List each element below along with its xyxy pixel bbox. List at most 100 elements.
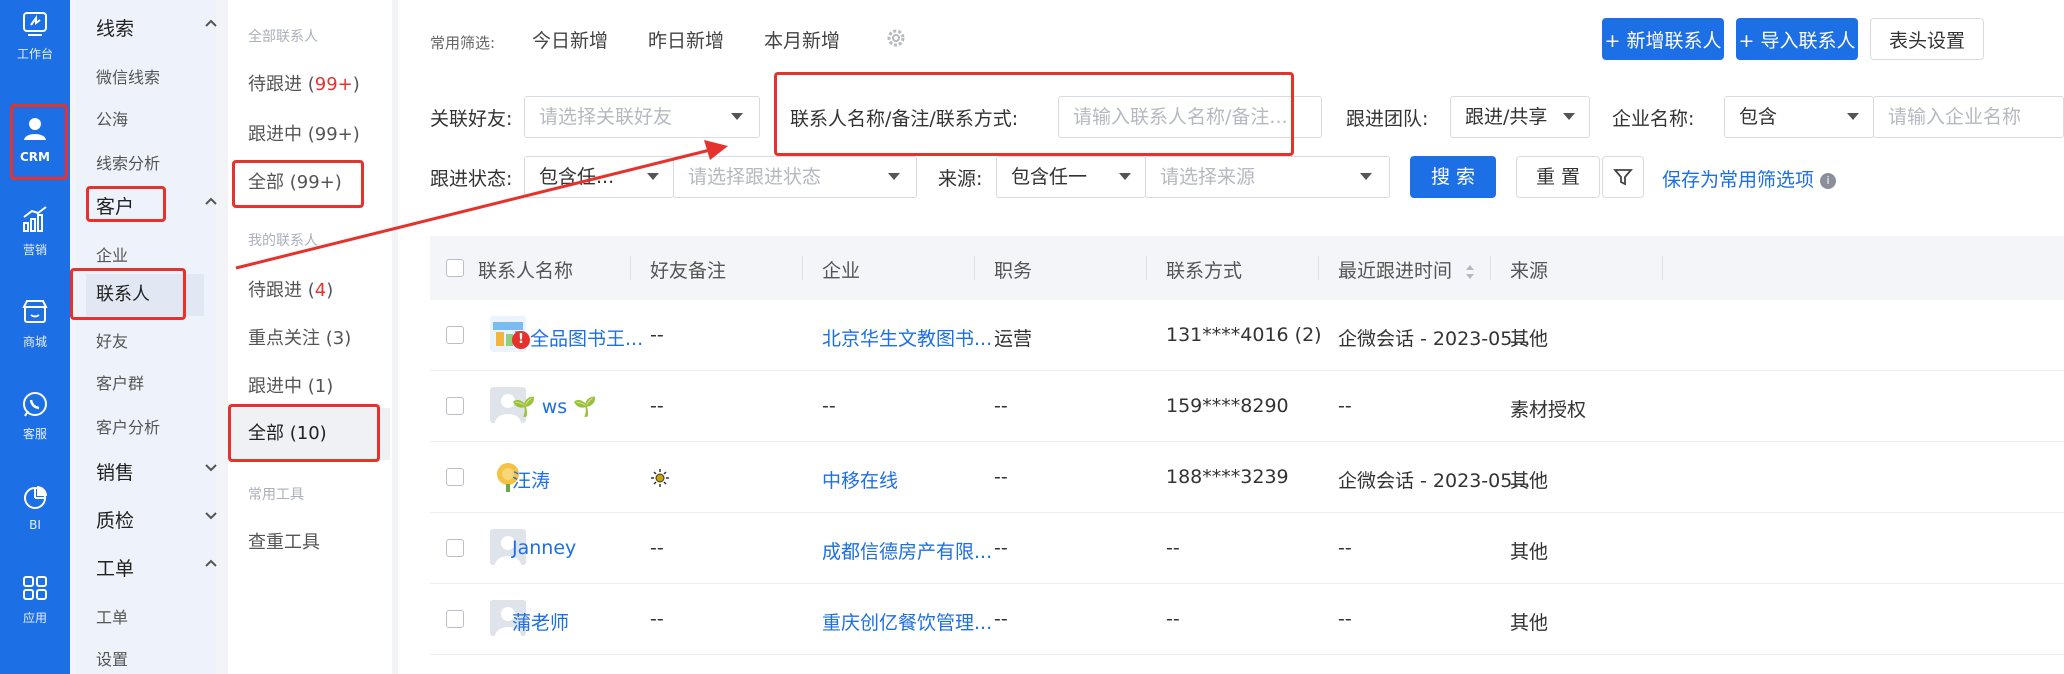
status-op-value: 包含任...: [539, 166, 615, 188]
quick-filter-today[interactable]: 今日新增: [532, 26, 608, 53]
menu-item-customer-analysis[interactable]: 客户分析: [96, 414, 160, 438]
store-icon: [22, 299, 48, 323]
column-header-contact[interactable]: 联系方式: [1166, 256, 1242, 283]
friend-remark: --: [650, 537, 664, 559]
column-header-company[interactable]: 企业: [822, 256, 860, 283]
table-row[interactable]: Janney -- 成都信德房产有限... -- -- -- 其他: [430, 513, 2064, 584]
row-checkbox[interactable]: [446, 610, 464, 628]
menu-item-pool[interactable]: 公海: [96, 106, 128, 130]
chart-icon: [23, 205, 47, 232]
tool-item-dedup[interactable]: 查重工具: [248, 528, 320, 554]
menu-item-settings[interactable]: 设置: [96, 646, 128, 670]
column-header-source[interactable]: 来源: [1510, 256, 1548, 283]
company-input[interactable]: 请输入企业名称: [1873, 96, 2064, 138]
company-link[interactable]: 重庆创亿餐饮管理...: [822, 608, 992, 635]
source: 其他: [1510, 470, 1549, 492]
column-header-remark[interactable]: 好友备注: [650, 256, 726, 283]
column-header-name[interactable]: 联系人名称: [478, 256, 573, 283]
menu-group-leads[interactable]: 线索: [96, 14, 217, 41]
last-follow-time: --: [1338, 537, 1352, 559]
rail-item-apps[interactable]: 应用: [0, 564, 70, 634]
contact-name: ws: [541, 396, 568, 418]
column-header-last-follow[interactable]: 最近跟进时间: [1338, 256, 1476, 283]
table-row[interactable]: 🌱 ws 🌱 -- -- -- 159****8290 -- 素材授权: [430, 371, 2064, 442]
source-op-select[interactable]: 包含任一: [996, 156, 1146, 198]
team-select[interactable]: 跟进/共享: [1450, 96, 1590, 138]
group-item-all-following[interactable]: 跟进中 (99+): [248, 120, 360, 146]
table-row[interactable]: 蒲老师 -- 重庆创亿餐饮管理... -- -- -- 其他: [430, 584, 2064, 655]
row-checkbox[interactable]: [446, 468, 464, 486]
row-checkbox[interactable]: [446, 397, 464, 415]
company-op-select[interactable]: 包含: [1724, 96, 1874, 138]
menu-item-customer-groups[interactable]: 客户群: [96, 370, 144, 394]
contact-info: 131****4016 (2): [1166, 324, 1322, 346]
contact-name-link[interactable]: ! 全品图书王...: [512, 324, 643, 351]
filter-settings-button[interactable]: [1602, 156, 1644, 198]
column-divider: [1490, 256, 1491, 280]
group-item-count: 4: [314, 280, 327, 301]
import-contact-button[interactable]: + 导入联系人: [1736, 18, 1858, 60]
group-item-suffix: ): [352, 74, 360, 95]
new-contact-button[interactable]: + 新增联系人: [1602, 18, 1724, 60]
group-item-mine-focus[interactable]: 重点关注 (3): [248, 324, 351, 350]
app-root: 工作台 CRM 营销 商城 客服 BI 应用 线索 微信线索 公海 线索分析 客…: [0, 0, 2064, 674]
caret-down-icon: [647, 173, 659, 180]
reset-button[interactable]: 重 置: [1516, 156, 1600, 198]
group-item-mine-following[interactable]: 跟进中 (1): [248, 372, 333, 398]
contact-name-link[interactable]: 汪涛: [512, 466, 550, 493]
quick-filter-yesterday[interactable]: 昨日新增: [648, 26, 724, 53]
sort-icon[interactable]: [1464, 263, 1476, 281]
source-select[interactable]: 请选择来源: [1145, 156, 1390, 198]
rail-item-bi[interactable]: BI: [0, 472, 70, 542]
source-select-placeholder: 请选择来源: [1160, 166, 1256, 188]
sun-icon: [651, 468, 669, 487]
search-button[interactable]: 搜 索: [1410, 156, 1496, 198]
select-all-checkbox[interactable]: [446, 259, 464, 277]
menu-item-workorder[interactable]: 工单: [96, 604, 128, 628]
apps-icon: [23, 575, 47, 600]
menu-item-friends[interactable]: 好友: [96, 328, 128, 352]
menu-item-enterprise[interactable]: 企业: [96, 242, 128, 266]
group-section-title: 常用工具: [248, 487, 304, 503]
company-link[interactable]: 北京华生文教图书...: [822, 324, 992, 351]
row-checkbox[interactable]: [446, 539, 464, 557]
column-header-title[interactable]: 职务: [994, 256, 1032, 283]
group-item-mine-pending[interactable]: 待跟进 (4): [248, 276, 333, 302]
last-follow-time: --: [1338, 608, 1352, 630]
contact-name-link[interactable]: Janney: [512, 537, 576, 559]
rail-item-workbench[interactable]: 工作台: [0, 0, 70, 70]
contact-name-link[interactable]: 蒲老师: [512, 608, 569, 635]
alert-icon: !: [512, 330, 530, 349]
quick-filter-month[interactable]: 本月新增: [764, 26, 840, 53]
company-link[interactable]: 中移在线: [822, 466, 898, 493]
menu-group-workorder[interactable]: 工单: [96, 554, 217, 581]
gear-icon[interactable]: [886, 28, 906, 48]
menu-group-sales[interactable]: 销售: [96, 458, 217, 485]
status-select[interactable]: 请选择跟进状态: [673, 156, 917, 198]
rail-item-marketing[interactable]: 营销: [0, 196, 70, 266]
chevron-up-icon: [205, 559, 217, 567]
app-rail: 工作台 CRM 营销 商城 客服 BI 应用: [0, 0, 70, 674]
status-filter-label: 跟进状态:: [430, 168, 513, 190]
group-item-all-pending[interactable]: 待跟进 (99+): [248, 70, 360, 96]
row-checkbox[interactable]: [446, 326, 464, 344]
column-divider: [1662, 256, 1663, 280]
menu-group-qa[interactable]: 质检: [96, 506, 217, 533]
group-section-title: 我的联系人: [248, 233, 318, 249]
caret-down-icon: [731, 113, 743, 120]
table-row[interactable]: 汪涛 中移在线 -- 188****3239 企微会话 - 2023-05...…: [430, 442, 2064, 513]
save-filter-link[interactable]: 保存为常用筛选项 i: [1662, 165, 1837, 192]
header-settings-button[interactable]: 表头设置: [1870, 18, 1984, 60]
chevron-down-icon: [205, 512, 217, 520]
contact-name-link[interactable]: 🌱 ws 🌱: [512, 395, 597, 418]
rail-item-service[interactable]: 客服: [0, 380, 70, 450]
rail-item-mall[interactable]: 商城: [0, 288, 70, 358]
status-op-select[interactable]: 包含任...: [524, 156, 674, 198]
info-icon: i: [1820, 172, 1837, 189]
table-row[interactable]: ! 全品图书王... -- 北京华生文教图书... 运营 131****4016 …: [430, 300, 2064, 371]
company-link[interactable]: 成都信德房产有限...: [822, 537, 992, 564]
dashboard-icon: [23, 11, 47, 36]
menu-item-lead-analysis[interactable]: 线索分析: [96, 150, 160, 174]
menu-item-wechat-leads[interactable]: 微信线索: [96, 64, 160, 88]
friend-select[interactable]: 请选择关联好友: [524, 96, 760, 138]
